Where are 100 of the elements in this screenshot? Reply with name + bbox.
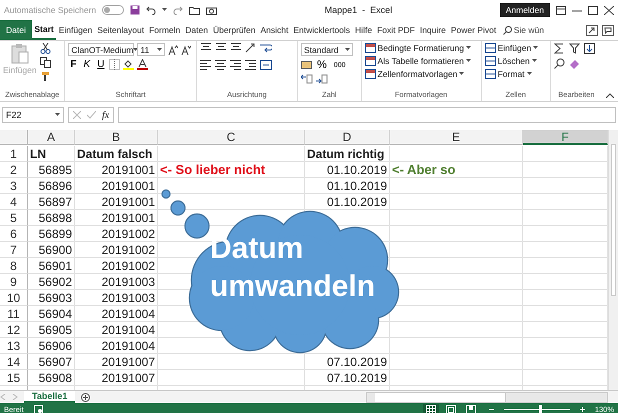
scissors-icon[interactable] xyxy=(40,43,51,54)
autosave-toggle[interactable] xyxy=(102,5,124,15)
row-header[interactable]: 12 xyxy=(0,322,28,338)
row-header[interactable]: 14 xyxy=(0,354,28,370)
align-right-icon[interactable] xyxy=(230,60,242,70)
caret-icon[interactable] xyxy=(466,46,472,50)
ribbon-tab[interactable]: Inquire xyxy=(417,20,448,40)
font-size-dropdown[interactable]: 11 xyxy=(137,43,166,56)
undo-icon[interactable] xyxy=(146,5,156,15)
row-header[interactable]: 2 xyxy=(0,162,28,178)
tell-me-field[interactable]: Sie wün xyxy=(502,20,544,40)
copy-icon[interactable] xyxy=(40,57,51,68)
font-style-button[interactable]: K xyxy=(82,59,92,70)
font-name-dropdown[interactable]: ClanOT-Medium xyxy=(68,43,134,56)
share-icon[interactable] xyxy=(586,24,598,36)
redo-icon[interactable] xyxy=(173,5,184,15)
ribbon-tab[interactable]: Formeln xyxy=(146,20,183,40)
number-format-dropdown[interactable]: Standard xyxy=(301,43,354,56)
ribbon-tab[interactable]: Datei xyxy=(0,20,32,40)
fill-color-icon[interactable] xyxy=(123,59,134,70)
percent-button[interactable]: % xyxy=(315,59,329,71)
ribbon-tab[interactable]: Seitenlayout xyxy=(94,20,147,40)
comment-icon[interactable] xyxy=(602,24,614,36)
align-middle-icon[interactable] xyxy=(214,43,227,53)
name-box[interactable]: F22 xyxy=(2,107,64,123)
zoom-slider-thumb[interactable] xyxy=(539,405,542,413)
cells-menu-button[interactable]: Löschen xyxy=(484,56,547,66)
horizontal-scrollbar[interactable] xyxy=(366,392,608,402)
fill-down-icon[interactable] xyxy=(584,43,595,54)
row-header[interactable]: 3 xyxy=(0,178,28,194)
increase-decimal-icon[interactable] xyxy=(301,74,314,84)
column-header[interactable]: B xyxy=(75,130,158,145)
eraser-icon[interactable] xyxy=(568,58,580,69)
decrease-decimal-icon[interactable] xyxy=(316,74,328,84)
column-header[interactable]: A xyxy=(28,130,75,145)
align-top-icon[interactable] xyxy=(200,43,212,53)
ribbon-tab[interactable]: Daten xyxy=(182,20,210,40)
font-style-button[interactable]: F xyxy=(68,59,79,70)
row-header[interactable]: 8 xyxy=(0,258,28,274)
row-header[interactable]: 9 xyxy=(0,274,28,290)
row-header[interactable]: 4 xyxy=(0,194,28,210)
caret-icon[interactable] xyxy=(532,59,537,63)
align-left-icon[interactable] xyxy=(200,60,212,70)
row-header[interactable]: 6 xyxy=(0,226,28,242)
row-header[interactable]: 15 xyxy=(0,370,28,386)
orientation-icon[interactable] xyxy=(244,43,257,53)
grow-font-icon[interactable] xyxy=(168,44,178,54)
camera-icon[interactable] xyxy=(206,6,218,14)
caret-icon[interactable] xyxy=(533,46,538,50)
align-bottom-icon[interactable] xyxy=(230,43,242,53)
close-icon[interactable] xyxy=(604,6,614,14)
folder-icon[interactable] xyxy=(189,6,200,14)
column-header[interactable]: F xyxy=(523,130,608,145)
caret-icon[interactable] xyxy=(162,8,168,12)
search-icon[interactable] xyxy=(554,58,565,69)
vertical-scrollbar[interactable] xyxy=(608,130,618,390)
column-header[interactable]: D xyxy=(305,130,390,145)
caret-icon[interactable] xyxy=(157,48,162,52)
sort-filter-icon[interactable] xyxy=(568,43,580,54)
format-painter-icon[interactable] xyxy=(40,71,51,82)
add-sheet-icon[interactable] xyxy=(81,392,90,402)
row-header[interactable]: 7 xyxy=(0,242,28,258)
macro-record-icon[interactable] xyxy=(34,405,43,413)
ribbon-tab[interactable]: Ansicht xyxy=(258,20,291,40)
sign-in-button[interactable]: Anmelden xyxy=(500,3,550,17)
insert-function-button[interactable]: fx xyxy=(102,110,110,120)
caret-icon[interactable] xyxy=(526,72,532,76)
wrap-text-icon[interactable] xyxy=(260,43,272,53)
indent-icon[interactable] xyxy=(244,60,257,70)
style-menu-button[interactable]: Bedingte Formatierung xyxy=(364,43,478,53)
ribbon-tab[interactable]: Power Pivot xyxy=(448,20,499,40)
sheet-tab[interactable]: Tabelle1 xyxy=(24,391,76,403)
column-header[interactable]: C xyxy=(158,130,305,145)
row-header[interactable]: 10 xyxy=(0,290,28,306)
cells-menu-button[interactable]: Format xyxy=(484,69,547,79)
column-header[interactable]: E xyxy=(390,130,523,145)
collapse-ribbon-icon[interactable] xyxy=(606,93,614,98)
caret-icon[interactable] xyxy=(345,48,350,52)
row-header[interactable]: 1 xyxy=(0,146,28,162)
ribbon-tab[interactable]: Einfügen xyxy=(56,20,95,40)
maximize-icon[interactable] xyxy=(588,6,598,14)
merge-cells-icon[interactable] xyxy=(260,60,272,70)
caret-icon[interactable] xyxy=(466,59,471,63)
currency-icon[interactable] xyxy=(301,60,312,70)
caret-icon[interactable] xyxy=(55,113,60,117)
caret-icon[interactable] xyxy=(133,48,138,52)
font-style-button[interactable]: U xyxy=(95,59,106,70)
scrollbar-thumb[interactable] xyxy=(611,144,616,296)
zoom-out-icon[interactable] xyxy=(488,407,494,412)
row-header[interactable]: 5 xyxy=(0,210,28,226)
save-icon[interactable] xyxy=(130,5,140,15)
style-menu-button[interactable]: Als Tabelle formatieren xyxy=(364,56,478,66)
row-header[interactable]: 13 xyxy=(0,338,28,354)
sum-icon[interactable] xyxy=(554,43,565,54)
align-center-icon[interactable] xyxy=(214,60,227,70)
scrollbar-thumb[interactable] xyxy=(375,392,506,402)
ribbon-tab[interactable]: Überprüfen xyxy=(210,20,258,40)
ribbon-tab[interactable]: Foxit PDF xyxy=(374,20,418,40)
ribbon-tab[interactable]: Hilfe xyxy=(352,20,375,40)
ribbon-display-icon[interactable] xyxy=(556,6,566,14)
